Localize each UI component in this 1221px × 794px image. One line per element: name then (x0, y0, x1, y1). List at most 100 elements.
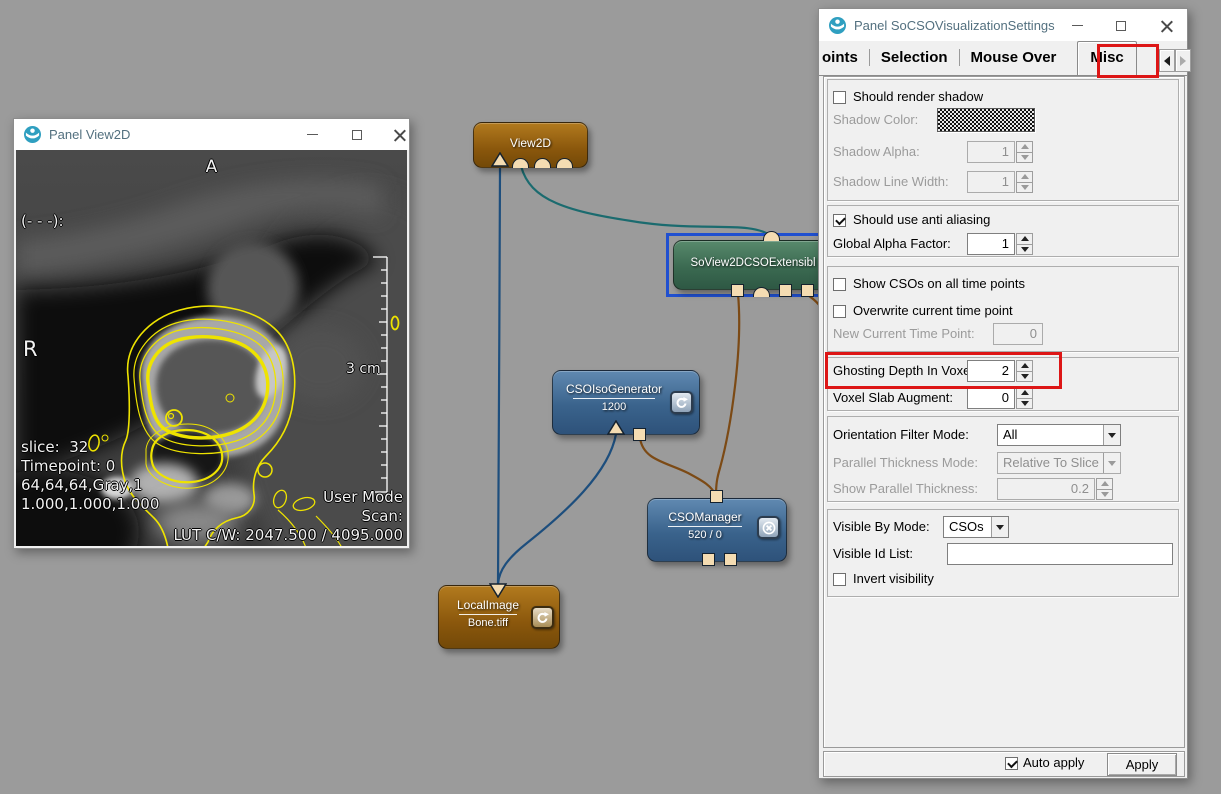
voxel-size-text: 1.000,1.000,1.000 (21, 495, 159, 514)
view2d-titlebar[interactable]: Panel View2D (14, 119, 409, 150)
should-render-shadow-checkbox[interactable] (833, 91, 846, 104)
connection-soview-csomanager[interactable] (716, 294, 739, 496)
should-render-shadow-label: Should render shadow (853, 86, 983, 108)
node-divider (459, 614, 517, 615)
output-connector-square[interactable] (801, 284, 814, 297)
parallel-thickness-mode-combo[interactable]: Relative To Slice (997, 452, 1121, 474)
user-mode-text: User Mode (323, 488, 403, 507)
anti-aliasing-checkbox[interactable] (833, 214, 846, 227)
spin-down-button[interactable] (1016, 371, 1033, 383)
tab-label: Misc (1090, 49, 1123, 66)
node-soview2dcsoextensible[interactable]: SoView2DCSOExtensibl (673, 240, 833, 290)
maximize-button[interactable] (339, 119, 375, 150)
input-connector-square[interactable] (633, 428, 646, 441)
input-connector-square[interactable] (710, 490, 723, 503)
output-connector-halfcircle[interactable] (753, 287, 770, 297)
show-csos-all-timepoints-label: Show CSOs on all time points (853, 273, 1025, 295)
node-iso-sub: 1200 (553, 401, 675, 413)
node-manager-label: CSOManager (648, 510, 762, 524)
tab-selection[interactable]: Selection (870, 49, 959, 75)
maximize-button[interactable] (1103, 10, 1139, 41)
input-connector-halfcircle[interactable] (534, 158, 551, 168)
output-connector-square[interactable] (702, 553, 715, 566)
tab-scroll-left-button[interactable] (1159, 49, 1175, 72)
reload-button[interactable] (670, 391, 693, 414)
input-connector-halfcircle[interactable] (512, 158, 529, 168)
orientation-filter-mode-combo[interactable]: All (997, 424, 1121, 446)
input-connector-halfcircle[interactable] (763, 231, 780, 241)
connection-isogenerator-csomanager[interactable] (640, 438, 716, 496)
minimize-button[interactable] (294, 119, 330, 150)
output-connector-square[interactable] (731, 284, 744, 297)
input-connector-halfcircle[interactable] (556, 158, 573, 168)
invert-visibility-label: Invert visibility (853, 568, 934, 590)
invert-visibility-checkbox[interactable] (833, 573, 846, 586)
tab-mouse-over[interactable]: Mouse Over (960, 49, 1068, 75)
show-parallel-thickness-spinbox[interactable]: 0.2 (997, 478, 1113, 500)
ct-viewport[interactable]: A (- - -): R 3 cm slice: 32 Timepoint: 0… (16, 150, 407, 546)
connection-view2d-soview[interactable] (521, 166, 771, 236)
mevislab-icon (829, 17, 846, 34)
auto-apply-checkbox[interactable] (1005, 757, 1018, 770)
close-icon (1161, 20, 1173, 32)
node-divider (668, 526, 742, 527)
voxel-slab-augment-label: Voxel Slab Augment: (833, 387, 953, 409)
minimize-button[interactable] (1059, 10, 1095, 41)
view2d-window-title: Panel View2D (49, 127, 130, 142)
voxel-slab-augment-spinbox[interactable]: 0 (967, 387, 1033, 409)
input-connector-triangle[interactable] (491, 152, 509, 167)
tab-label: Selection (881, 49, 948, 66)
show-parallel-thickness-value: 0.2 (997, 478, 1095, 500)
ghosting-depth-spinbox[interactable]: 2 (967, 360, 1033, 382)
spin-down-button[interactable] (1016, 152, 1033, 164)
output-connector-square[interactable] (779, 284, 792, 297)
orientation-filter-mode-value: All (998, 425, 1103, 445)
spin-down-button[interactable] (1016, 398, 1033, 410)
close-button[interactable] (382, 119, 418, 150)
shadow-alpha-label: Shadow Alpha: (833, 141, 920, 163)
shadow-color-swatch[interactable] (937, 108, 1035, 132)
output-connector-square[interactable] (724, 553, 737, 566)
shadow-alpha-spinbox[interactable]: 1 (967, 141, 1033, 163)
new-current-timepoint-value: 0 (993, 323, 1043, 345)
node-local-sub: Bone.tiff (439, 617, 537, 629)
settings-titlebar[interactable]: Panel SoCSOVisualizationSettings (819, 9, 1187, 41)
tab-misc[interactable]: Misc (1077, 41, 1136, 76)
overwrite-current-timepoint-checkbox[interactable] (833, 305, 846, 318)
visible-id-list-input[interactable] (947, 543, 1173, 565)
show-csos-all-timepoints-checkbox[interactable] (833, 278, 846, 291)
scan-text: Scan: (361, 507, 403, 526)
node-csomanager[interactable]: CSOManager 520 / 0 (647, 498, 787, 562)
new-current-timepoint-label: New Current Time Point: (833, 323, 975, 345)
visible-id-list-label: Visible Id List: (833, 543, 913, 565)
tab-points[interactable]: oints (819, 49, 869, 75)
reload-button[interactable] (531, 606, 554, 629)
output-connector-triangle[interactable] (489, 583, 507, 598)
lut-text: LUT C/W: 2047.500 / 4095.000 (173, 526, 403, 545)
visible-by-mode-combo[interactable]: CSOs (943, 516, 1009, 538)
arrow-left-icon (1164, 56, 1170, 66)
spin-down-button[interactable] (1016, 182, 1033, 194)
input-connector-triangle[interactable] (607, 420, 625, 435)
shadow-line-width-spinbox[interactable]: 1 (967, 171, 1033, 193)
visible-by-mode-label: Visible By Mode: (833, 516, 930, 538)
clear-button[interactable] (757, 516, 780, 539)
connection-view2d-localimage[interactable] (498, 166, 500, 584)
tab-scroll-right-button[interactable] (1175, 49, 1191, 72)
spin-down-button[interactable] (1016, 244, 1033, 256)
global-alpha-factor-spinbox[interactable]: 1 (967, 233, 1033, 255)
dropdown-arrow-button[interactable] (1103, 453, 1120, 473)
global-alpha-factor-value: 1 (967, 233, 1015, 255)
apply-button[interactable]: Apply (1107, 753, 1177, 776)
tab-label: oints (822, 49, 858, 66)
connection-isogenerator-localimage[interactable] (498, 434, 616, 584)
node-csoisogenerator[interactable]: CSOIsoGenerator 1200 (552, 370, 700, 435)
minimize-icon (1072, 25, 1083, 26)
dropdown-arrow-button[interactable] (1103, 425, 1120, 445)
close-button[interactable] (1149, 10, 1185, 41)
spin-down-button[interactable] (1096, 489, 1113, 501)
dropdown-arrow-button[interactable] (991, 517, 1008, 537)
maximize-icon (1116, 21, 1126, 31)
x-circle-icon (762, 521, 776, 535)
new-current-timepoint-field[interactable]: 0 (993, 323, 1043, 345)
